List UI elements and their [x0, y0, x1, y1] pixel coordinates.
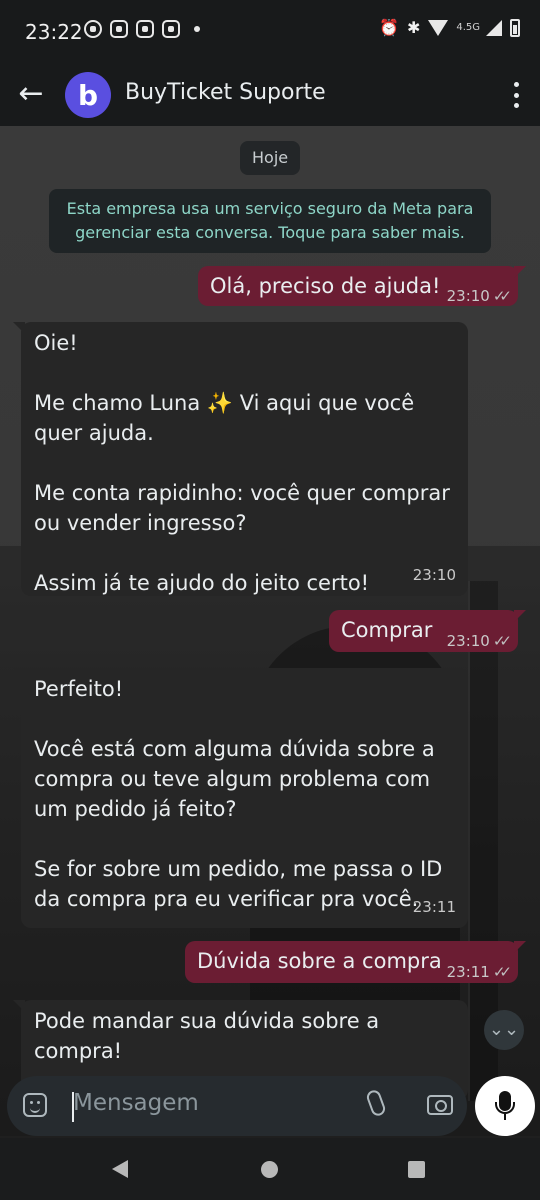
kebab-menu-icon[interactable]	[514, 82, 520, 108]
camera-icon[interactable]	[427, 1095, 453, 1115]
message-input[interactable]: Mensagem	[73, 1090, 199, 1116]
message-text: Pode mandar sua dúvida sobre a compra!	[34, 1009, 386, 1063]
scroll-down-icon[interactable]: ⌄⌄	[484, 1010, 524, 1050]
back-arrow-icon[interactable]: ←	[16, 79, 46, 109]
message-time: 23:10	[446, 287, 490, 305]
sticker-icon[interactable]	[23, 1093, 47, 1117]
app-notification-icon-2	[162, 20, 180, 38]
double-check-icon: ✓✓	[492, 287, 512, 305]
message-time: 23:11	[412, 898, 456, 916]
app-notification-icon	[110, 20, 128, 38]
status-bar: 23:22 ⏰ ✱ 4.5G	[0, 0, 540, 64]
incoming-message[interactable]: Perfeito! Você está com alguma dúvida so…	[13, 668, 468, 928]
network-type: 4.5G	[456, 22, 480, 33]
bluetooth-icon: ✱	[406, 18, 421, 37]
notification-icons	[84, 20, 200, 38]
chat-area[interactable]: Hoje Esta empresa usa um serviço seguro …	[0, 126, 540, 1138]
message-composer[interactable]: Mensagem	[7, 1076, 467, 1136]
nav-recents-icon[interactable]	[408, 1161, 425, 1178]
chat-header: ← b BuyTicket Suporte	[0, 64, 540, 126]
encryption-notice[interactable]: Esta empresa usa um serviço seguro da Me…	[49, 189, 491, 253]
wifi-icon	[428, 19, 449, 36]
nav-back-icon[interactable]	[112, 1160, 128, 1178]
message-text: Perfeito! Você está com alguma dúvida so…	[34, 677, 443, 911]
message-meta: 23:10 ✓✓	[446, 281, 512, 311]
signal-icon	[486, 19, 502, 36]
battery-icon	[510, 18, 520, 37]
outgoing-message[interactable]: Dúvida sobre a compra 23:11 ✓✓	[185, 941, 526, 983]
message-text: Comprar	[341, 618, 433, 642]
avatar[interactable]: b	[65, 72, 111, 118]
incoming-message[interactable]: Oie! Me chamo Luna ✨ Vi aqui que você qu…	[13, 322, 468, 596]
message-meta: 23:10 ✓✓	[446, 626, 512, 656]
phone-app-notification-icon	[136, 20, 154, 38]
nav-home-icon[interactable]	[261, 1161, 278, 1178]
microphone-button[interactable]	[475, 1076, 535, 1136]
alarm-icon: ⏰	[379, 18, 399, 37]
double-check-icon: ✓✓	[492, 963, 512, 981]
message-time: 23:10	[446, 632, 490, 650]
outgoing-message[interactable]: Olá, preciso de ajuda! 23:10 ✓✓	[198, 266, 526, 306]
message-time: 23:10	[412, 566, 456, 584]
double-check-icon: ✓✓	[492, 632, 512, 650]
system-navigation-bar	[0, 1138, 540, 1200]
message-meta: 23:11 ✓✓	[446, 957, 512, 987]
date-chip: Hoje	[240, 141, 301, 175]
message-text: Oie! Me chamo Luna ✨ Vi aqui que você qu…	[34, 331, 450, 595]
contact-name[interactable]: BuyTicket Suporte	[125, 80, 326, 105]
message-time: 23:11	[446, 963, 490, 981]
system-icons: ⏰ ✱ 4.5G	[379, 18, 520, 37]
whatsapp-notification-icon	[84, 20, 102, 38]
message-text: Olá, preciso de ajuda!	[210, 274, 441, 298]
more-notifications-dot	[194, 26, 200, 32]
status-time: 23:22	[25, 20, 83, 44]
paperclip-icon[interactable]	[364, 1088, 388, 1118]
message-text: Dúvida sobre a compra	[197, 949, 442, 973]
outgoing-message[interactable]: Comprar 23:10 ✓✓	[329, 610, 526, 652]
